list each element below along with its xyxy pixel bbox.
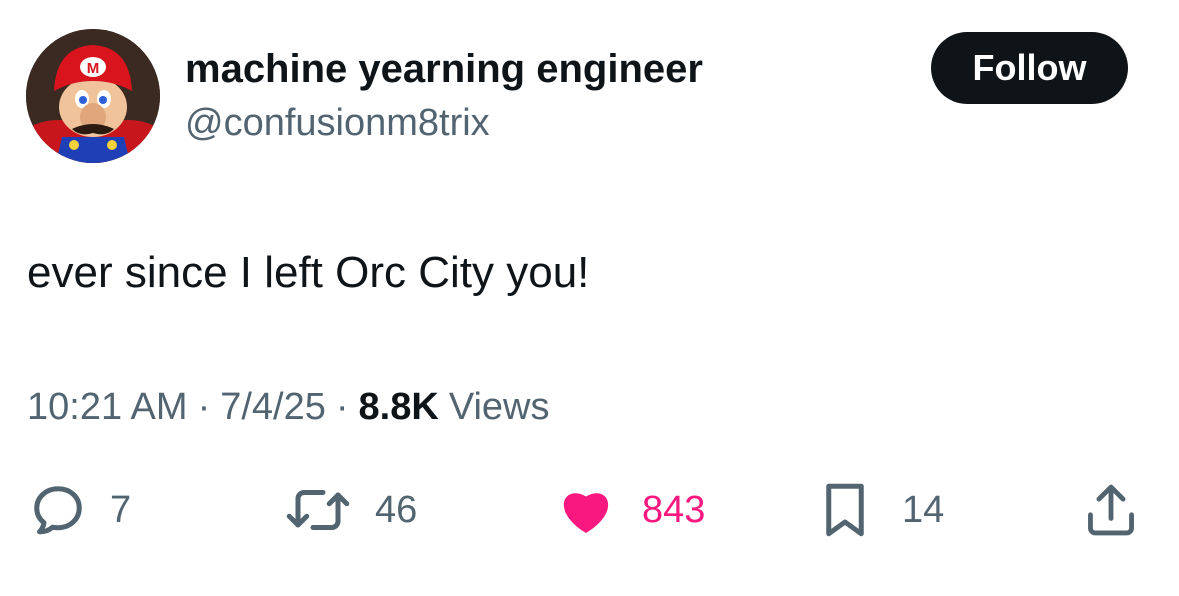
- reply-count: 7: [110, 489, 132, 531]
- svg-text:M: M: [87, 60, 100, 77]
- views-label[interactable]: Views: [449, 384, 550, 430]
- repost-arrows-icon: [285, 480, 351, 540]
- action-bar: 7 46 843 14: [0, 478, 1179, 542]
- avatar[interactable]: M: [26, 29, 160, 163]
- share-button[interactable]: [1082, 478, 1140, 542]
- like-button[interactable]: 843: [556, 478, 705, 542]
- share-upload-icon: [1082, 480, 1140, 540]
- meta-separator: ·: [197, 386, 211, 428]
- repost-button[interactable]: 46: [285, 478, 417, 542]
- follow-button[interactable]: Follow: [931, 32, 1128, 104]
- tweet-meta: 10:21 AM · 7/4/25 · 8.8K Views: [27, 384, 550, 430]
- bookmark-button[interactable]: 14: [822, 478, 944, 542]
- meta-separator: ·: [335, 386, 349, 428]
- tweet: M machine yearning engineer @confusionm8…: [0, 0, 1179, 596]
- heart-icon: [556, 480, 616, 540]
- avatar-mario-image: M: [26, 29, 160, 163]
- views-count[interactable]: 8.8K: [359, 384, 439, 430]
- user-handle[interactable]: @confusionm8trix: [185, 100, 490, 146]
- tweet-text: ever since I left Orc City you!: [27, 248, 590, 297]
- bookmark-icon: [822, 480, 868, 540]
- tweet-date[interactable]: 7/4/25: [220, 384, 326, 430]
- like-count: 843: [642, 489, 706, 531]
- reply-button[interactable]: 7: [28, 478, 131, 542]
- repost-count: 46: [375, 489, 418, 531]
- tweet-time[interactable]: 10:21 AM: [27, 384, 188, 430]
- speech-bubble-icon: [28, 480, 88, 540]
- bookmark-count: 14: [902, 489, 945, 531]
- display-name[interactable]: machine yearning engineer: [185, 45, 703, 93]
